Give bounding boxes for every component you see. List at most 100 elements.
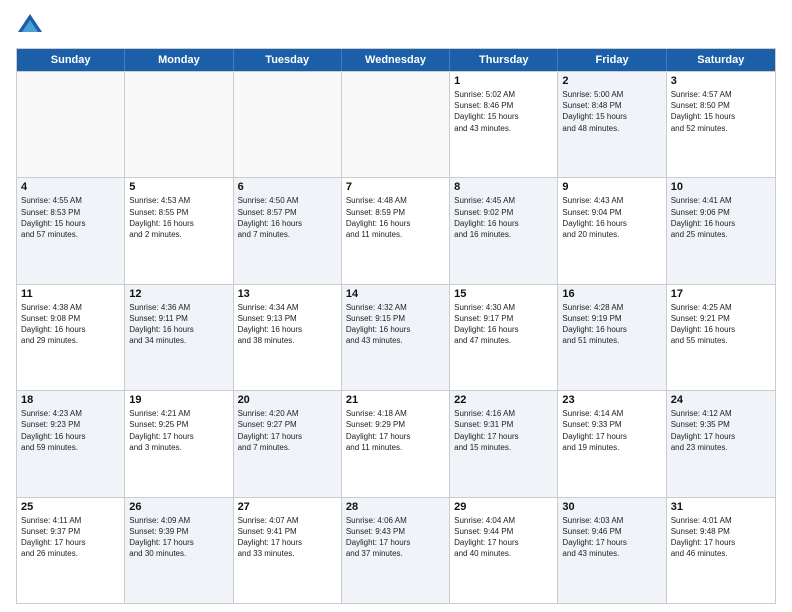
calendar-cell: 12Sunrise: 4:36 AM Sunset: 9:11 PM Dayli… — [125, 285, 233, 390]
day-number: 23 — [562, 394, 661, 406]
day-number: 1 — [454, 75, 553, 87]
calendar-cell — [234, 72, 342, 177]
calendar-cell: 30 Sunrise: 4:03 AM Sunset: 9:46 PM Dayli… — [558, 498, 666, 603]
day-number: 14 — [346, 288, 445, 300]
day-number: 28 — [346, 501, 445, 513]
day-info: Sunrise: 4:03 AM Sunset: 9:46 PM Dayligh… — [562, 515, 661, 560]
calendar-cell: 28 Sunrise: 4:06 AM Sunset: 9:43 PM Dayli… — [342, 498, 450, 603]
day-info: Sunrise: 4:20 AM Sunset: 9:27 PM Dayligh… — [238, 408, 337, 453]
calendar-cell: 27 Sunrise: 4:07 AM Sunset: 9:41 PM Dayli… — [234, 498, 342, 603]
day-number: 8 — [454, 181, 553, 193]
header-day-friday: Friday — [558, 49, 666, 71]
calendar-cell: 24 Sunrise: 4:12 AM Sunset: 9:35 PM Dayli… — [667, 391, 775, 496]
day-number: 25 — [21, 501, 120, 513]
day-number: 17 — [671, 288, 771, 300]
day-number: 3 — [671, 75, 771, 87]
calendar-cell: 19 Sunrise: 4:21 AM Sunset: 9:25 PM Dayli… — [125, 391, 233, 496]
calendar-cell: 2 Sunrise: 5:00 AM Sunset: 8:48 PM Daylig… — [558, 72, 666, 177]
page: SundayMondayTuesdayWednesdayThursdayFrid… — [0, 0, 792, 612]
calendar-cell: 15 Sunrise: 4:30 AM Sunset: 9:17 PM Dayli… — [450, 285, 558, 390]
calendar: SundayMondayTuesdayWednesdayThursdayFrid… — [16, 48, 776, 604]
day-number: 5 — [129, 181, 228, 193]
calendar-cell: 20 Sunrise: 4:20 AM Sunset: 9:27 PM Dayli… — [234, 391, 342, 496]
calendar-cell — [125, 72, 233, 177]
calendar-week-1: 1 Sunrise: 5:02 AM Sunset: 8:46 PM Daylig… — [17, 71, 775, 177]
day-number: 7 — [346, 181, 445, 193]
day-info: Sunrise: 4:04 AM Sunset: 9:44 PM Dayligh… — [454, 515, 553, 560]
calendar-cell: 29 Sunrise: 4:04 AM Sunset: 9:44 PM Dayli… — [450, 498, 558, 603]
day-info: Sunrise: 4:32 AM Sunset: 9:15 PM Dayligh… — [346, 302, 445, 347]
day-number: 22 — [454, 394, 553, 406]
calendar-cell: 1 Sunrise: 5:02 AM Sunset: 8:46 PM Daylig… — [450, 72, 558, 177]
day-info: Sunrise: 4:45 AM Sunset: 9:02 PM Dayligh… — [454, 195, 553, 240]
day-number: 6 — [238, 181, 337, 193]
header — [16, 12, 776, 40]
day-info: Sunrise: 4:55 AM Sunset: 8:53 PM Dayligh… — [21, 195, 120, 240]
calendar-cell: 3 Sunrise: 4:57 AM Sunset: 8:50 PM Daylig… — [667, 72, 775, 177]
day-info: Sunrise: 4:25 AM Sunset: 9:21 PM Dayligh… — [671, 302, 771, 347]
calendar-cell: 5 Sunrise: 4:53 AM Sunset: 8:55 PM Daylig… — [125, 178, 233, 283]
day-info: Sunrise: 4:14 AM Sunset: 9:33 PM Dayligh… — [562, 408, 661, 453]
calendar-cell: 21 Sunrise: 4:18 AM Sunset: 9:29 PM Dayli… — [342, 391, 450, 496]
day-number: 21 — [346, 394, 445, 406]
day-number: 9 — [562, 181, 661, 193]
day-number: 4 — [21, 181, 120, 193]
day-info: Sunrise: 4:06 AM Sunset: 9:43 PM Dayligh… — [346, 515, 445, 560]
day-info: Sunrise: 4:57 AM Sunset: 8:50 PM Dayligh… — [671, 89, 771, 134]
header-day-monday: Monday — [125, 49, 233, 71]
day-info: Sunrise: 4:36 AM Sunset: 9:11 PM Dayligh… — [129, 302, 228, 347]
day-number: 11 — [21, 288, 120, 300]
day-info: Sunrise: 4:30 AM Sunset: 9:17 PM Dayligh… — [454, 302, 553, 347]
day-info: Sunrise: 4:41 AM Sunset: 9:06 PM Dayligh… — [671, 195, 771, 240]
day-number: 29 — [454, 501, 553, 513]
day-info: Sunrise: 4:12 AM Sunset: 9:35 PM Dayligh… — [671, 408, 771, 453]
day-number: 2 — [562, 75, 661, 87]
calendar-cell: 23 Sunrise: 4:14 AM Sunset: 9:33 PM Dayli… — [558, 391, 666, 496]
header-day-thursday: Thursday — [450, 49, 558, 71]
day-info: Sunrise: 4:21 AM Sunset: 9:25 PM Dayligh… — [129, 408, 228, 453]
calendar-cell: 31 Sunrise: 4:01 AM Sunset: 9:48 PM Dayli… — [667, 498, 775, 603]
day-number: 16 — [562, 288, 661, 300]
day-number: 30 — [562, 501, 661, 513]
calendar-cell: 18Sunrise: 4:23 AM Sunset: 9:23 PM Dayli… — [17, 391, 125, 496]
calendar-cell: 14 Sunrise: 4:32 AM Sunset: 9:15 PM Dayli… — [342, 285, 450, 390]
header-day-saturday: Saturday — [667, 49, 775, 71]
header-day-tuesday: Tuesday — [234, 49, 342, 71]
day-number: 10 — [671, 181, 771, 193]
day-info: Sunrise: 4:53 AM Sunset: 8:55 PM Dayligh… — [129, 195, 228, 240]
day-number: 15 — [454, 288, 553, 300]
day-info: Sunrise: 4:11 AM Sunset: 9:37 PM Dayligh… — [21, 515, 120, 560]
calendar-cell: 17 Sunrise: 4:25 AM Sunset: 9:21 PM Dayli… — [667, 285, 775, 390]
calendar-cell: 16 Sunrise: 4:28 AM Sunset: 9:19 PM Dayli… — [558, 285, 666, 390]
day-info: Sunrise: 4:18 AM Sunset: 9:29 PM Dayligh… — [346, 408, 445, 453]
logo — [16, 12, 48, 40]
day-info: Sunrise: 4:07 AM Sunset: 9:41 PM Dayligh… — [238, 515, 337, 560]
day-number: 24 — [671, 394, 771, 406]
calendar-cell: 22 Sunrise: 4:16 AM Sunset: 9:31 PM Dayli… — [450, 391, 558, 496]
calendar-body: 1 Sunrise: 5:02 AM Sunset: 8:46 PM Daylig… — [17, 71, 775, 603]
day-info: Sunrise: 5:02 AM Sunset: 8:46 PM Dayligh… — [454, 89, 553, 134]
calendar-week-3: 11 Sunrise: 4:38 AM Sunset: 9:08 PM Dayli… — [17, 284, 775, 390]
day-info: Sunrise: 4:23 AM Sunset: 9:23 PM Dayligh… — [21, 408, 120, 453]
day-info: Sunrise: 4:28 AM Sunset: 9:19 PM Dayligh… — [562, 302, 661, 347]
day-number: 20 — [238, 394, 337, 406]
calendar-cell — [17, 72, 125, 177]
day-info: Sunrise: 5:00 AM Sunset: 8:48 PM Dayligh… — [562, 89, 661, 134]
day-number: 27 — [238, 501, 337, 513]
calendar-cell: 7Sunrise: 4:48 AM Sunset: 8:59 PM Daylig… — [342, 178, 450, 283]
calendar-cell: 26Sunrise: 4:09 AM Sunset: 9:39 PM Dayli… — [125, 498, 233, 603]
day-info: Sunrise: 4:50 AM Sunset: 8:57 PM Dayligh… — [238, 195, 337, 240]
day-number: 19 — [129, 394, 228, 406]
header-day-wednesday: Wednesday — [342, 49, 450, 71]
calendar-week-4: 18Sunrise: 4:23 AM Sunset: 9:23 PM Dayli… — [17, 390, 775, 496]
day-info: Sunrise: 4:16 AM Sunset: 9:31 PM Dayligh… — [454, 408, 553, 453]
day-info: Sunrise: 4:34 AM Sunset: 9:13 PM Dayligh… — [238, 302, 337, 347]
calendar-week-5: 25 Sunrise: 4:11 AM Sunset: 9:37 PM Dayli… — [17, 497, 775, 603]
day-number: 26 — [129, 501, 228, 513]
calendar-week-2: 4 Sunrise: 4:55 AM Sunset: 8:53 PM Daylig… — [17, 177, 775, 283]
day-info: Sunrise: 4:38 AM Sunset: 9:08 PM Dayligh… — [21, 302, 120, 347]
day-number: 31 — [671, 501, 771, 513]
day-info: Sunrise: 4:01 AM Sunset: 9:48 PM Dayligh… — [671, 515, 771, 560]
calendar-cell: 25 Sunrise: 4:11 AM Sunset: 9:37 PM Dayli… — [17, 498, 125, 603]
calendar-cell: 8 Sunrise: 4:45 AM Sunset: 9:02 PM Daylig… — [450, 178, 558, 283]
